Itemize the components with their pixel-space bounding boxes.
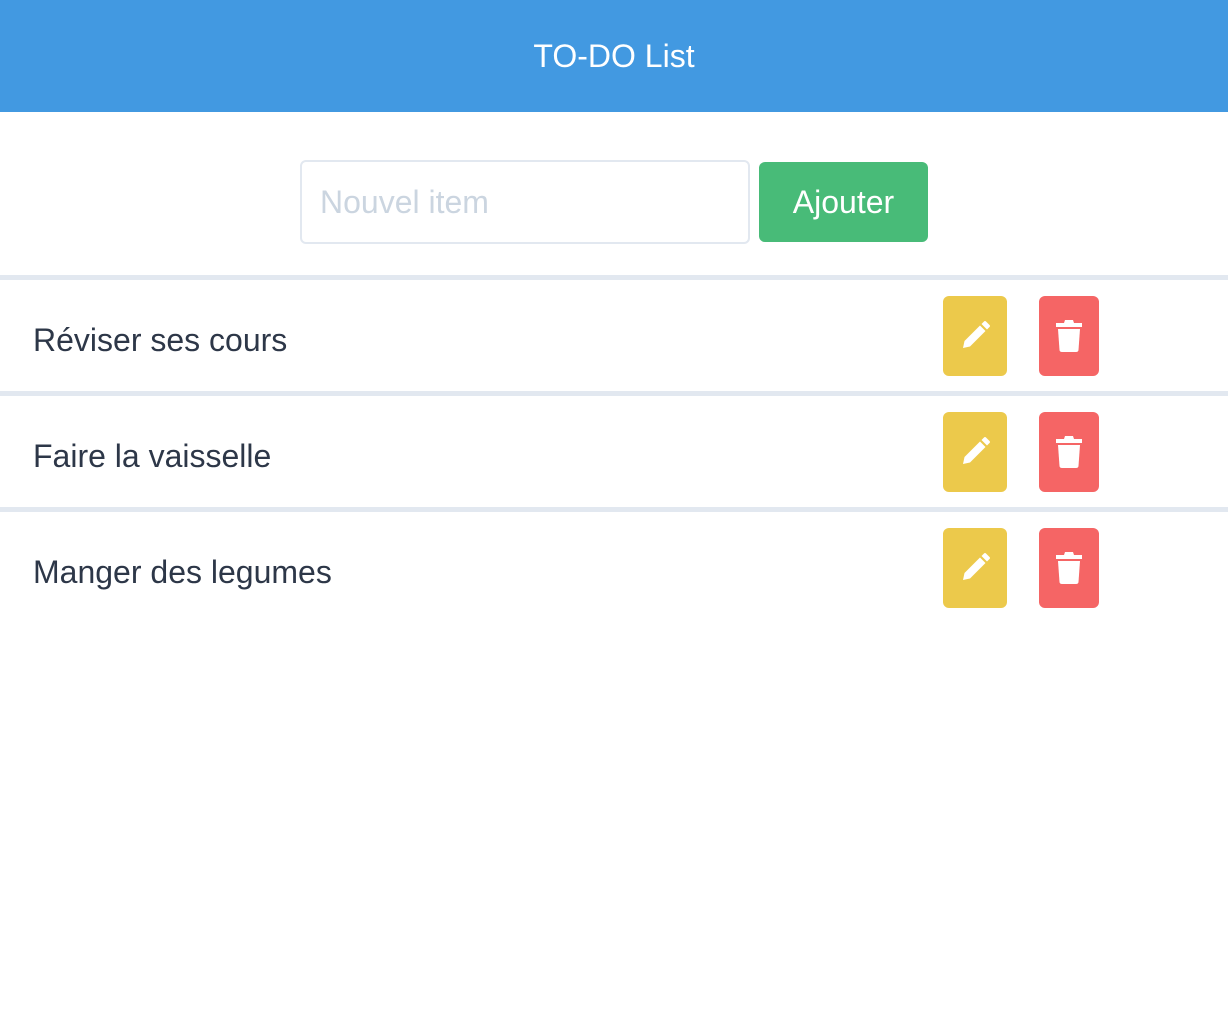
edit-button[interactable] <box>943 528 1007 608</box>
todo-item: Manger des legumes <box>0 507 1228 623</box>
trash-icon <box>1055 319 1083 353</box>
app-header: TO-DO List <box>0 0 1228 112</box>
delete-button[interactable] <box>1039 412 1099 492</box>
todo-label: Réviser ses cours <box>33 322 288 358</box>
todo-item: Faire la vaisselle <box>0 391 1228 507</box>
todo-item: Réviser ses cours <box>0 275 1228 391</box>
edit-button[interactable] <box>943 296 1007 376</box>
trash-icon <box>1055 435 1083 469</box>
trash-icon <box>1055 551 1083 585</box>
todo-label: Faire la vaisselle <box>33 438 272 474</box>
todo-list: Réviser ses cours Faire la vaisselle Man… <box>0 275 1228 623</box>
add-item-form: Ajouter <box>300 160 928 244</box>
edit-button[interactable] <box>943 412 1007 492</box>
page-title: TO-DO List <box>533 37 695 74</box>
add-button[interactable]: Ajouter <box>759 162 928 242</box>
pencil-icon <box>959 552 991 584</box>
todo-label: Manger des legumes <box>33 554 332 590</box>
pencil-icon <box>959 320 991 352</box>
delete-button[interactable] <box>1039 528 1099 608</box>
pencil-icon <box>959 436 991 468</box>
delete-button[interactable] <box>1039 296 1099 376</box>
new-item-input[interactable] <box>300 160 750 244</box>
